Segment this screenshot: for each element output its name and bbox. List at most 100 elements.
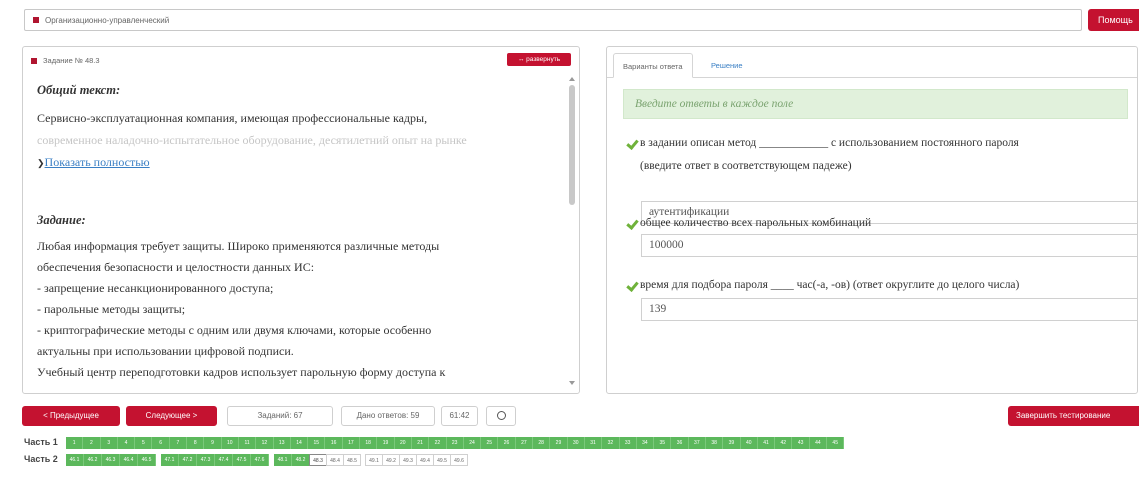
question-1-hint: (введите ответ в соответствующем падеже) — [640, 160, 852, 172]
question-cell[interactable]: 41 — [757, 437, 776, 449]
clock-button[interactable] — [486, 406, 516, 426]
question-cell[interactable]: 30 — [567, 437, 585, 449]
question-cell[interactable]: 25 — [481, 437, 499, 449]
question-cell[interactable]: 48.4 — [326, 454, 344, 466]
check-icon — [625, 139, 637, 148]
answer-field-2[interactable]: 100000 — [641, 234, 1137, 257]
prev-button[interactable]: < Предыдущее — [22, 406, 120, 426]
question-cell[interactable]: 6 — [152, 437, 170, 449]
task-line: обеспечения безопасности и целостности д… — [37, 260, 315, 274]
section-marker-icon — [33, 17, 39, 23]
question-cell[interactable]: 48.1 — [274, 454, 292, 466]
question-cell[interactable]: 49.6 — [450, 454, 468, 466]
scroll-up-icon[interactable] — [569, 77, 575, 81]
question-cell[interactable]: 48.5 — [343, 454, 361, 466]
question-cell[interactable]: 46.3 — [102, 454, 120, 466]
tab-answers[interactable]: Варианты ответа — [613, 53, 693, 78]
task-header: Задание № 48.3 — [31, 56, 100, 65]
question-cell[interactable]: 46.1 — [66, 454, 84, 466]
question-cell[interactable]: 15 — [308, 437, 326, 449]
question-cell[interactable]: 14 — [290, 437, 309, 449]
question-cell[interactable]: 38 — [705, 437, 724, 449]
question-cell[interactable]: 8 — [187, 437, 205, 449]
task-marker-icon — [31, 57, 37, 64]
scroll-down-icon[interactable] — [569, 381, 575, 385]
question-cell[interactable]: 13 — [273, 437, 291, 449]
section-field[interactable]: Организационно-управленческий — [24, 9, 1082, 31]
question-cell[interactable]: 35 — [654, 437, 672, 449]
question-cell[interactable]: 1 — [66, 437, 84, 449]
instruction-alert: Введите ответы в каждое поле — [623, 89, 1128, 119]
question-cell[interactable]: 4 — [117, 437, 136, 449]
help-button[interactable]: Помощь — [1088, 9, 1139, 31]
question-cell[interactable]: 37 — [688, 437, 706, 449]
task-line: - парольные методы защиты; — [37, 302, 186, 316]
question-cell[interactable]: 7 — [169, 437, 188, 449]
question-cell[interactable]: 46.4 — [120, 454, 138, 466]
show-more-link[interactable]: ❯Показать полностью — [37, 155, 150, 170]
question-cell[interactable]: 24 — [463, 437, 482, 449]
tab-solution[interactable]: Решение — [702, 53, 752, 78]
question-cell[interactable]: 47.1 — [161, 454, 179, 466]
question-cell[interactable]: 22 — [429, 437, 447, 449]
question-cell[interactable]: 26 — [498, 437, 516, 449]
part-2-label: Часть 2 — [24, 454, 58, 464]
question-cell[interactable]: 3 — [100, 437, 118, 449]
finish-test-button[interactable]: Завершить тестирование — [1008, 406, 1139, 426]
task-line: - криптографические методы с одним или д… — [37, 323, 432, 337]
scroll-thumb[interactable] — [569, 85, 575, 205]
question-cell[interactable]: 47.6 — [251, 454, 269, 466]
part-2-cells: 46.1 46.2 46.3 46.4 46.5 47.1 47.2 47.3 47.4 47.5… — [66, 454, 468, 466]
question-cell[interactable]: 9 — [204, 437, 222, 449]
question-cell[interactable]: 44 — [809, 437, 828, 449]
question-cell[interactable]: 42 — [775, 437, 793, 449]
question-cell[interactable]: 12 — [256, 437, 274, 449]
question-cell[interactable]: 49.2 — [382, 454, 400, 466]
question-cell[interactable]: 29 — [550, 437, 568, 449]
question-cell[interactable]: 49.5 — [433, 454, 451, 466]
question-cell[interactable]: 47.2 — [179, 454, 197, 466]
expand-button[interactable]: ↔ развернуть — [507, 53, 571, 66]
question-cell[interactable]: 47.4 — [215, 454, 233, 466]
question-cell[interactable]: 28 — [533, 437, 551, 449]
question-cell[interactable]: 20 — [394, 437, 412, 449]
question-cell[interactable]: 48.2 — [292, 454, 310, 466]
question-cell[interactable]: 45 — [827, 437, 845, 449]
question-cell[interactable]: 46.5 — [138, 454, 156, 466]
question-cell[interactable]: 48.3 — [309, 454, 327, 466]
question-cell[interactable]: 40 — [740, 437, 758, 449]
next-button[interactable]: Следующее > — [126, 406, 217, 426]
general-heading: Общий текст: — [37, 83, 121, 97]
answer-tabs: Варианты ответа Решение — [607, 47, 1137, 78]
question-cell[interactable]: 33 — [619, 437, 637, 449]
question-cell[interactable]: 17 — [342, 437, 361, 449]
question-cell[interactable]: 16 — [325, 437, 343, 449]
question-cell[interactable]: 31 — [584, 437, 603, 449]
answer-field-3[interactable]: 139 — [641, 298, 1137, 321]
task-heading: Задание: — [37, 213, 86, 227]
question-cell[interactable]: 46.2 — [84, 454, 102, 466]
question-cell[interactable]: 32 — [602, 437, 620, 449]
question-2: общее количество всех парольных комбинац… — [625, 217, 871, 229]
question-cell[interactable]: 39 — [723, 437, 741, 449]
question-cell[interactable]: 43 — [792, 437, 810, 449]
question-cell[interactable]: 36 — [671, 437, 689, 449]
question-cell[interactable]: 49.4 — [416, 454, 434, 466]
question-cell[interactable]: 23 — [446, 437, 464, 449]
question-cell[interactable]: 49.1 — [365, 454, 383, 466]
question-cell[interactable]: 47.3 — [197, 454, 215, 466]
question-cell[interactable]: 18 — [360, 437, 378, 449]
question-cell[interactable]: 11 — [238, 437, 257, 449]
question-cell[interactable]: 49.3 — [399, 454, 417, 466]
question-cell[interactable]: 27 — [515, 437, 534, 449]
question-cell[interactable]: 34 — [636, 437, 655, 449]
question-cell[interactable]: 19 — [377, 437, 395, 449]
question-cell[interactable]: 21 — [411, 437, 430, 449]
task-line: актуальны при использовании цифровой под… — [37, 344, 294, 358]
question-cell[interactable]: 2 — [83, 437, 101, 449]
question-cell[interactable]: 47.5 — [233, 454, 251, 466]
task-scrollbar[interactable] — [568, 77, 576, 385]
question-3: время для подбора пароля ____ час(-а, -о… — [625, 279, 1019, 291]
question-cell[interactable]: 10 — [221, 437, 239, 449]
question-cell[interactable]: 5 — [135, 437, 153, 449]
